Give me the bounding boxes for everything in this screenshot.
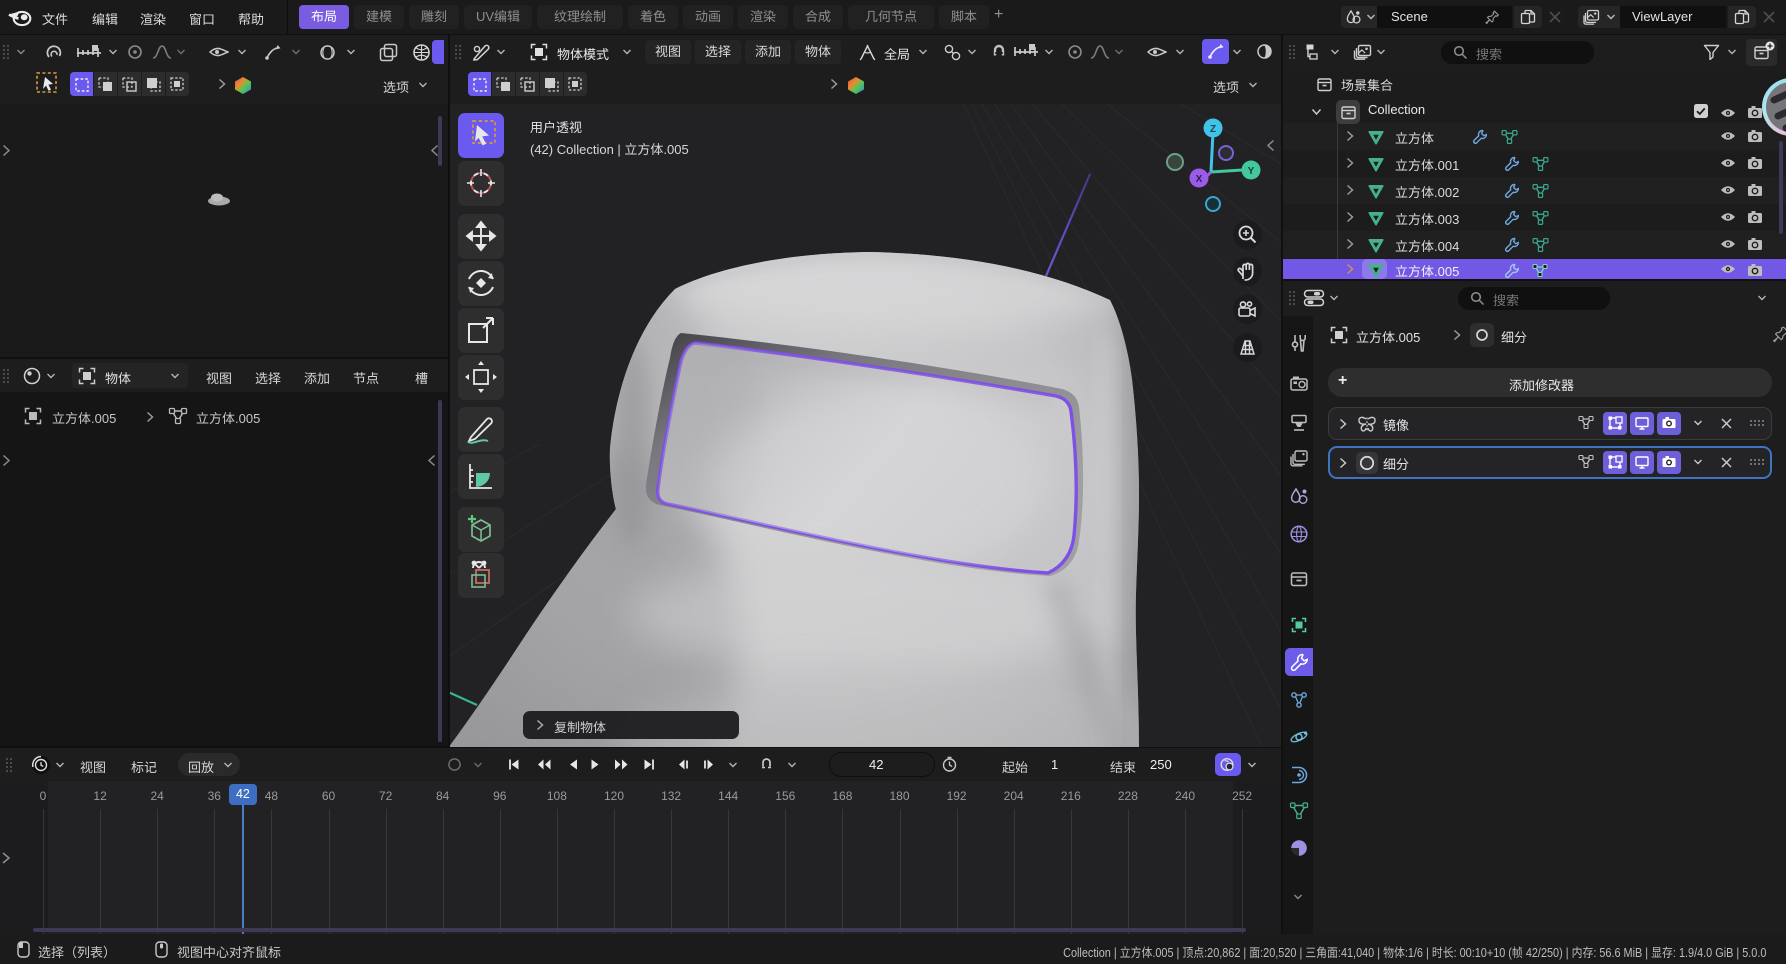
- svg-text:Z: Z: [1210, 124, 1216, 135]
- svg-text:Y: Y: [1248, 166, 1255, 177]
- svg-text:X: X: [1196, 174, 1203, 185]
